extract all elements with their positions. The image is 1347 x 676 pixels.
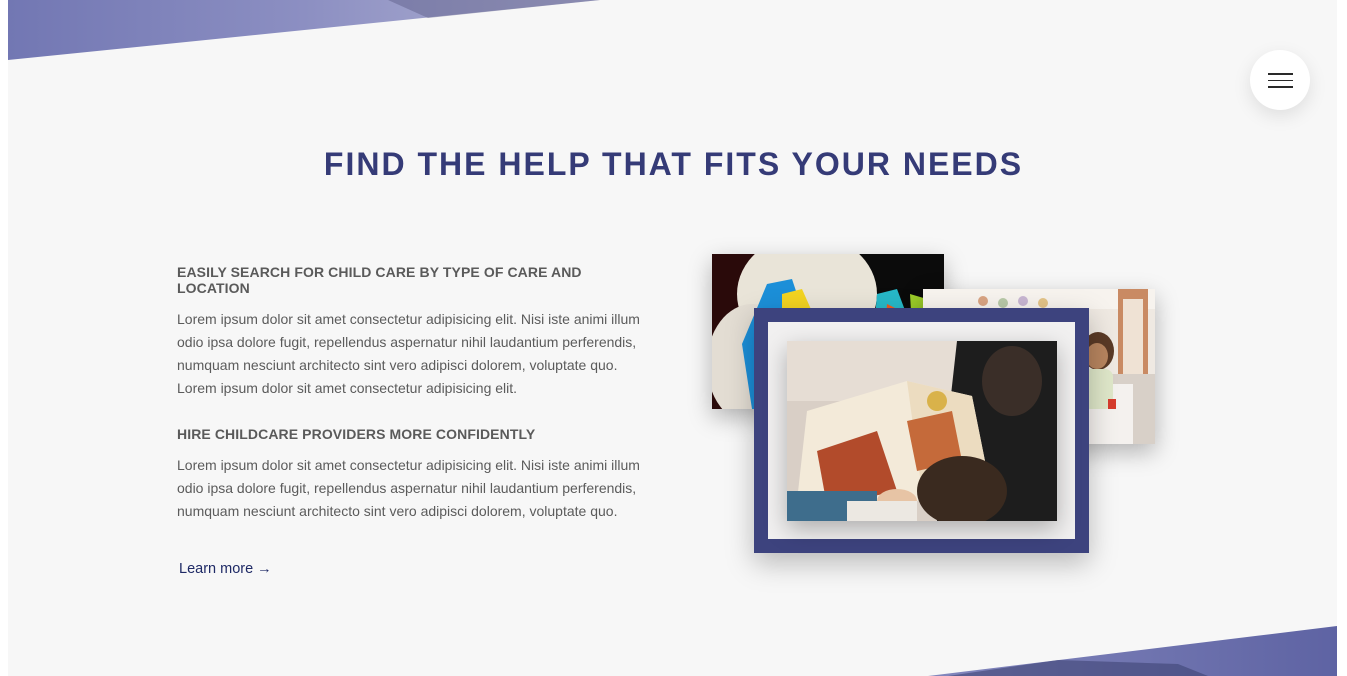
hamburger-menu-icon-line	[1268, 79, 1293, 81]
feature-title-search: EASILY SEARCH FOR CHILD CARE BY TYPE OF …	[177, 264, 582, 296]
features-text: EASILY SEARCH FOR CHILD CARE BY TYPE OF …	[177, 264, 647, 578]
feature-body-hire: Lorem ipsum dolor sit amet consectetur a…	[177, 457, 640, 519]
hamburger-menu-icon-line	[1268, 86, 1293, 88]
hamburger-menu-icon	[1268, 73, 1293, 75]
reading-book-photo	[787, 341, 1057, 521]
learn-more-link[interactable]: Learn more →	[179, 561, 272, 577]
section-heading: FIND THE HELP THAT FITS YOUR NEEDS	[323, 146, 1024, 182]
page: FIND THE HELP THAT FITS YOUR NEEDS EASIL…	[0, 0, 1347, 676]
menu-button[interactable]	[1250, 50, 1310, 110]
feature-title-hire: HIRE CHILDCARE PROVIDERS MORE CONFIDENTL…	[177, 426, 536, 442]
photo-collage	[700, 245, 1180, 575]
feature-body-search: Lorem ipsum dolor sit amet consectetur a…	[177, 311, 640, 396]
